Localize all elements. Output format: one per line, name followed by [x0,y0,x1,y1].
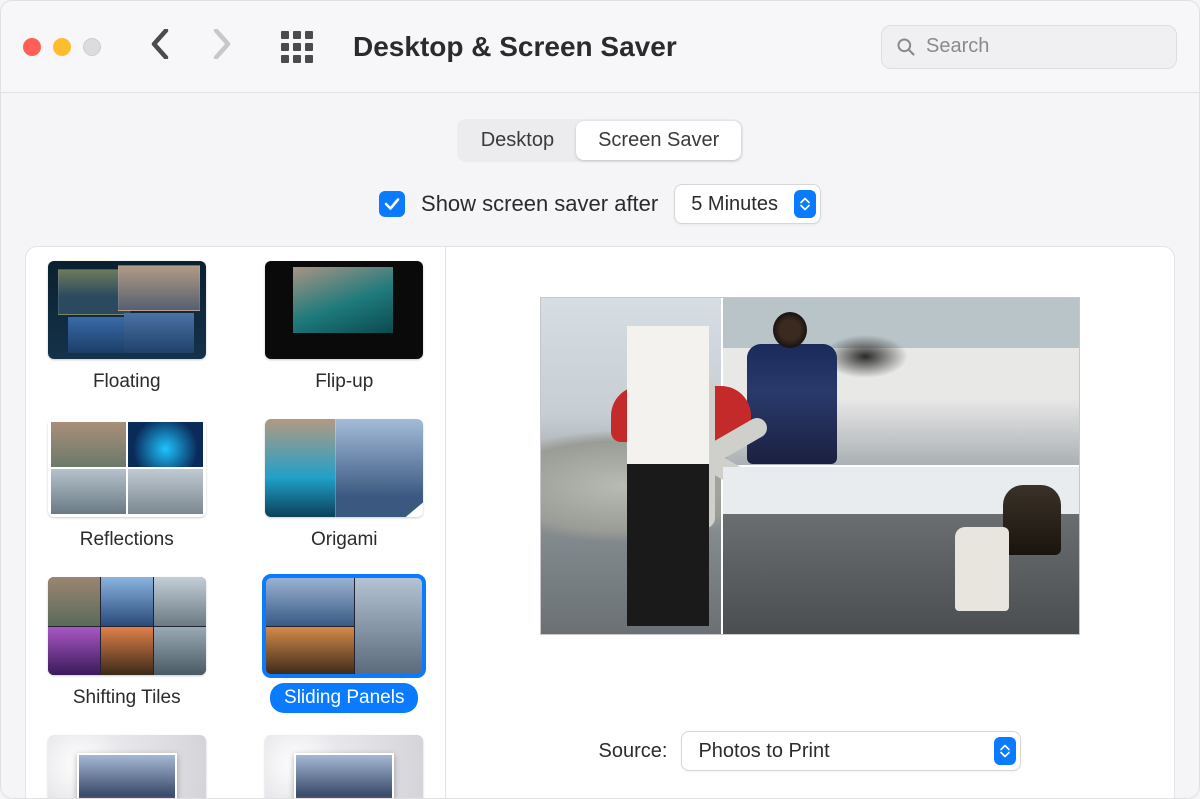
preview-tile [541,298,721,634]
screensaver-item-holiday-mobile[interactable] [254,735,436,799]
screensaver-item-photo-mobile[interactable] [36,735,218,799]
source-row: Source: Photos to Print [480,731,1140,771]
preview-tile [723,467,1079,634]
checkmark-icon [383,195,401,213]
content-area: Desktop Screen Saver Show screen saver a… [1,93,1199,799]
thumbnail [48,577,206,675]
minimize-window-button[interactable] [53,38,71,56]
thumbnail [265,735,423,799]
screensaver-preview [540,297,1080,635]
popup-stepper-icon [794,190,816,218]
source-value: Photos to Print [698,740,829,763]
zoom-window-button[interactable] [83,38,101,56]
popup-stepper-icon [994,737,1016,765]
screensaver-item-shifting-tiles[interactable]: Shifting Tiles [36,577,218,713]
tab-desktop[interactable]: Desktop [459,121,576,160]
screensaver-label: Flip-up [301,367,387,397]
source-label: Source: [599,740,668,763]
search-icon [896,37,916,57]
forward-button[interactable] [211,29,233,64]
thumbnail [265,577,423,675]
screensaver-item-flipup[interactable]: Flip-up [254,261,436,397]
screensaver-label: Floating [79,367,175,397]
back-button[interactable] [149,29,171,64]
search-placeholder: Search [926,35,989,58]
screensaver-label: Reflections [66,525,188,555]
screensaver-item-reflections[interactable]: Reflections [36,419,218,555]
nav-arrows [149,29,233,64]
search-field[interactable]: Search [881,25,1177,69]
screensaver-label: Shifting Tiles [59,683,195,713]
screensaver-item-origami[interactable]: Origami [254,419,436,555]
screensaver-label: Origami [297,525,392,555]
source-popup[interactable]: Photos to Print [681,731,1021,771]
show-after-checkbox[interactable] [379,191,405,217]
show-after-value: 5 Minutes [691,193,778,216]
thumbnail [48,419,206,517]
screensaver-list[interactable]: Floating Flip-up Reflections Origami [26,247,446,799]
show-after-label: Show screen saver after [421,191,658,217]
show-after-row: Show screen saver after 5 Minutes [25,184,1175,224]
preferences-window: Desktop & Screen Saver Search Desktop Sc… [0,0,1200,799]
window-title: Desktop & Screen Saver [353,31,863,63]
window-controls [23,38,101,56]
tab-bar: Desktop Screen Saver [25,119,1175,162]
show-all-prefs-button[interactable] [281,31,313,63]
screensaver-item-sliding-panels[interactable]: Sliding Panels [254,577,436,713]
screensaver-item-floating[interactable]: Floating [36,261,218,397]
titlebar: Desktop & Screen Saver Search [1,1,1199,93]
show-after-popup[interactable]: 5 Minutes [674,184,821,224]
tab-segmented-control: Desktop Screen Saver [457,119,744,162]
close-window-button[interactable] [23,38,41,56]
thumbnail [48,735,206,799]
tab-screen-saver[interactable]: Screen Saver [576,121,741,160]
thumbnail [265,261,423,359]
preview-pane: Source: Photos to Print [446,247,1174,799]
thumbnail [48,261,206,359]
screensaver-label: Sliding Panels [270,683,418,713]
main-panel: Floating Flip-up Reflections Origami [25,246,1175,799]
preview-tile [723,298,1079,465]
thumbnail [265,419,423,517]
